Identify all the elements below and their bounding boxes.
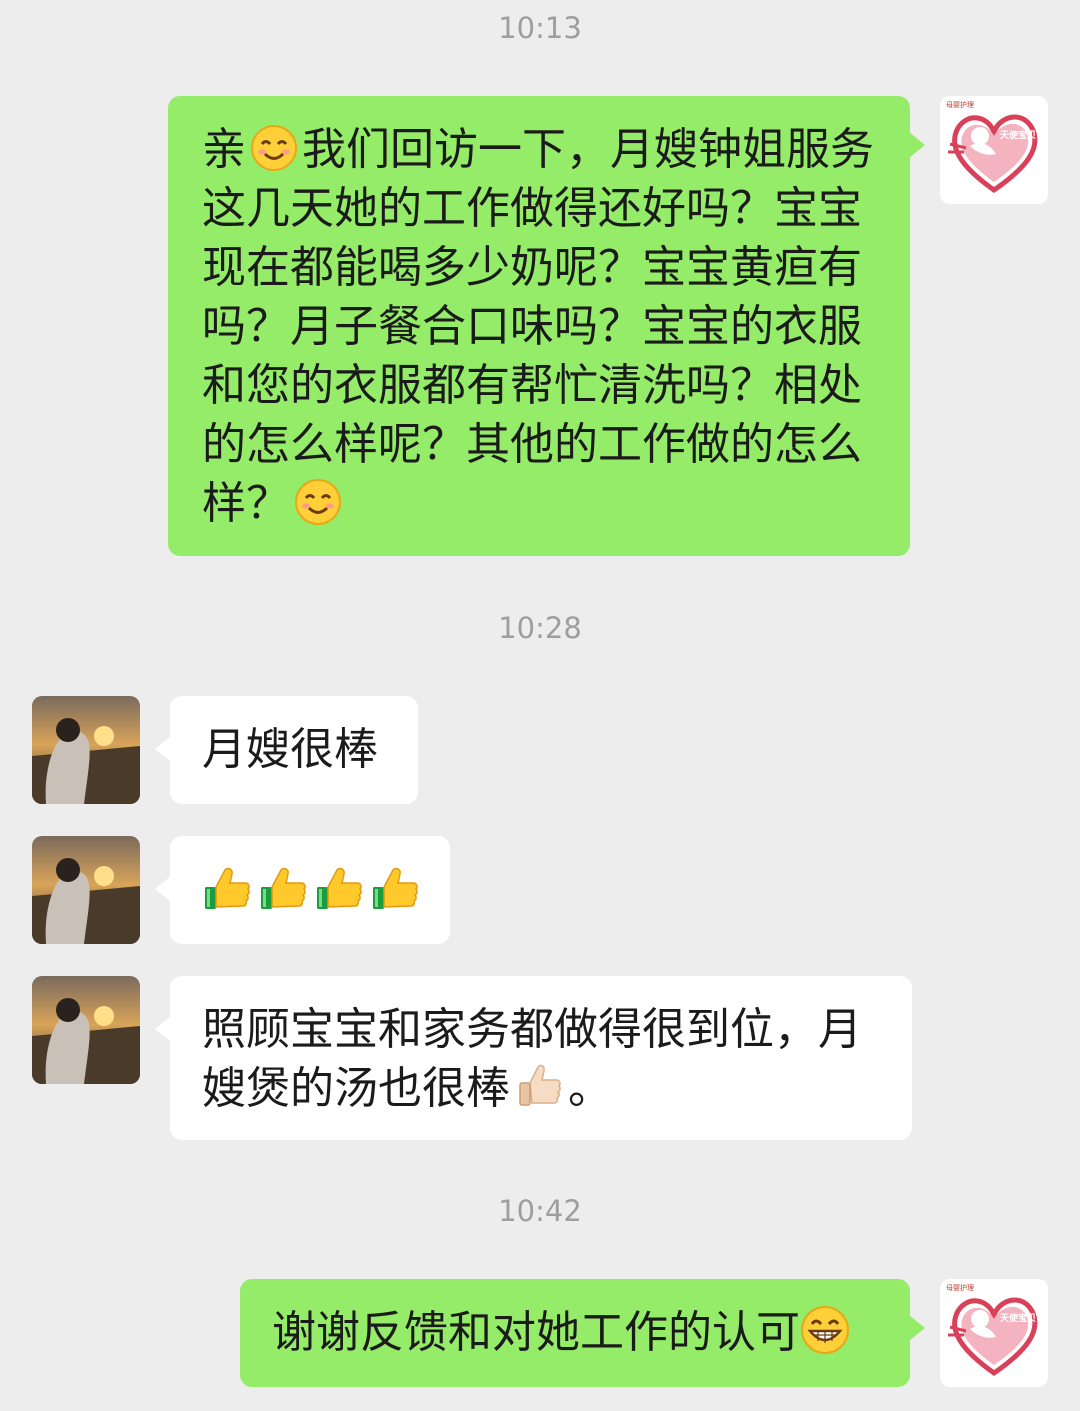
incoming-message[interactable]: 月嫂很棒: [155, 696, 418, 804]
contact-avatar[interactable]: [32, 696, 140, 804]
thumbs-up-icon: [370, 865, 420, 915]
outgoing-message[interactable]: 亲我们回访一下，月嫂钟姐服务这几天她的工作做得还好吗？宝宝现在都能喝多少奶呢？宝…: [168, 96, 925, 556]
timestamp: 10:28: [498, 611, 582, 645]
contact-avatar[interactable]: [32, 836, 140, 944]
smile-emoji-icon: [294, 478, 342, 526]
message-text: 月嫂很棒: [202, 724, 378, 775]
timestamp: 10:13: [498, 11, 582, 45]
logo-text: 天使宝贝: [1000, 1312, 1036, 1324]
emoji-row: [202, 836, 418, 944]
thumbs-up-icon: [258, 865, 308, 915]
logo-small-text: 母婴护理: [946, 100, 974, 109]
logo-text: 天使宝贝: [1000, 129, 1036, 141]
grin-emoji-icon: [800, 1305, 850, 1355]
message-text: 。: [568, 1063, 612, 1114]
outgoing-message[interactable]: 谢谢反馈和对她工作的认可: [240, 1279, 925, 1387]
incoming-message[interactable]: [155, 836, 450, 944]
thumbs-up-icon: [314, 865, 364, 915]
self-avatar[interactable]: 母婴护理 天使宝贝: [940, 1279, 1048, 1387]
contact-avatar[interactable]: [32, 976, 140, 1084]
thumbs-up-icon: [202, 865, 252, 915]
message-text: 谢谢反馈和对她工作的认可: [272, 1307, 800, 1358]
timestamp: 10:42: [498, 1194, 582, 1228]
smile-emoji-icon: [250, 124, 298, 172]
message-text: 亲: [202, 124, 246, 175]
self-avatar[interactable]: 母婴护理 天使宝贝: [940, 96, 1048, 204]
incoming-message[interactable]: 照顾宝宝和家务都做得很到位，月嫂煲的汤也很棒。: [155, 976, 912, 1140]
thumbs-up-light-icon: [514, 1061, 564, 1111]
logo-small-text: 母婴护理: [946, 1283, 974, 1292]
message-text: 我们回访一下，月嫂钟姐服务这几天她的工作做得还好吗？宝宝现在都能喝多少奶呢？宝宝…: [202, 124, 874, 529]
